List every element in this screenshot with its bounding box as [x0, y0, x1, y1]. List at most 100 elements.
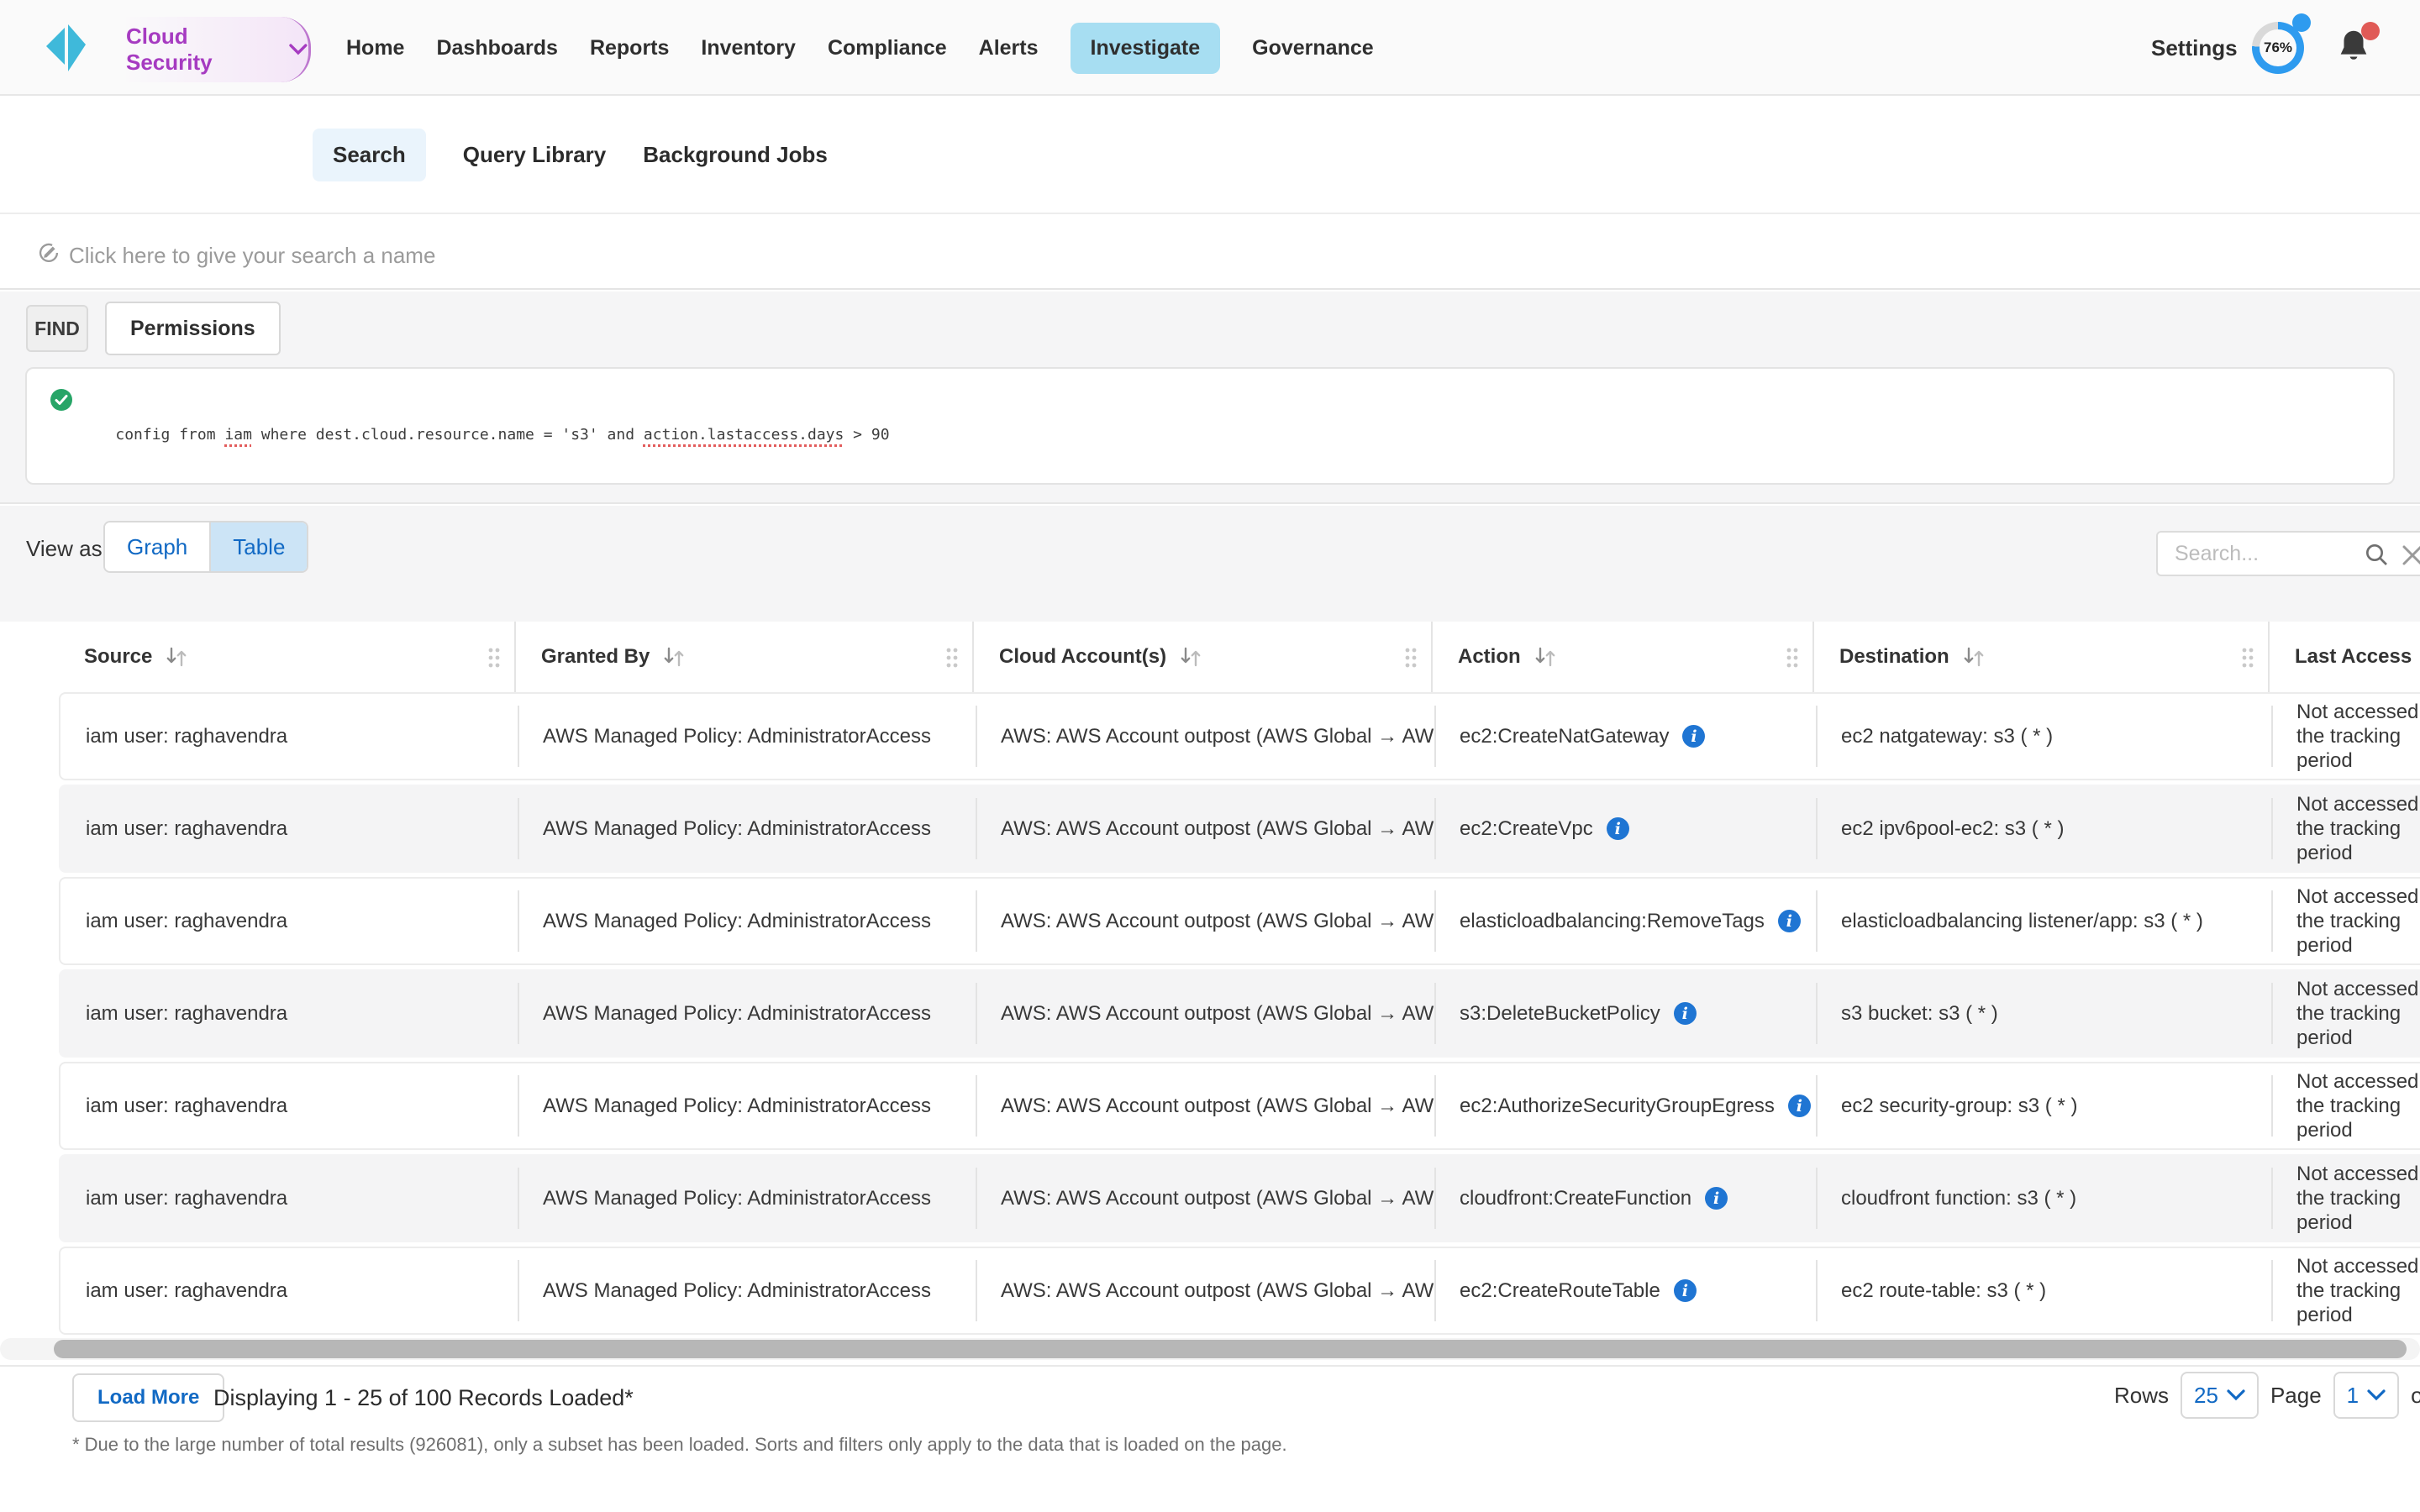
- ring-notification-dot: [2292, 13, 2311, 32]
- source-value: iam user: raghavendra: [86, 1187, 287, 1210]
- product-switcher[interactable]: Cloud Security: [126, 17, 311, 82]
- cell-granted-by: AWS Managed Policy: AdministratorAccess: [518, 1063, 976, 1148]
- cell-action: ec2:AuthorizeSecurityGroupEgress i: [1434, 1063, 1816, 1148]
- nav-item[interactable]: Governance: [1252, 23, 1374, 74]
- last-access-value: Not accessed in the tracking period: [2296, 1254, 2420, 1327]
- table-row[interactable]: iam user: raghavendra AWS Managed Policy…: [59, 1247, 2420, 1335]
- column-drag-handle-icon[interactable]: [1404, 647, 1418, 669]
- column-header[interactable]: Destination: [1814, 622, 2270, 692]
- main-nav: Home Dashboards Reports Inventory Compliance…: [346, 0, 1374, 96]
- table-row[interactable]: iam user: raghavendra AWS Managed Policy…: [59, 785, 2420, 873]
- column-header[interactable]: Cloud Account(s): [974, 622, 1433, 692]
- table-row[interactable]: iam user: raghavendra AWS Managed Policy…: [59, 1154, 2420, 1242]
- action-value: ec2:CreateRouteTable: [1460, 1279, 1660, 1303]
- load-more-button[interactable]: Load More: [72, 1373, 224, 1422]
- tab[interactable]: Background Jobs: [643, 129, 828, 181]
- cloud-accounts-value: AWS: AWS Account outpost (AWS Global → A…: [1001, 817, 1434, 841]
- permissions-mode-button[interactable]: Permissions: [105, 302, 281, 355]
- column-drag-handle-icon[interactable]: [945, 647, 959, 669]
- records-summary: Displaying 1 - 25 of 100 Records Loaded*: [213, 1385, 634, 1411]
- nav-item[interactable]: Investigate: [1071, 23, 1221, 74]
- info-icon[interactable]: i: [1607, 817, 1629, 840]
- action-value: ec2:CreateNatGateway: [1460, 725, 1669, 748]
- info-icon[interactable]: i: [1682, 725, 1705, 748]
- query-text: config from iam where dest.cloud.resourc…: [79, 391, 890, 444]
- table-row[interactable]: iam user: raghavendra AWS Managed Policy…: [59, 877, 2420, 965]
- column-header[interactable]: Last Access: [2270, 622, 2420, 692]
- column-header[interactable]: Source: [59, 622, 516, 692]
- chevron-down-icon: [288, 43, 308, 56]
- pagination: Rows 25 Page 1 of 4: [2114, 1370, 2420, 1420]
- info-icon[interactable]: i: [1674, 1002, 1697, 1025]
- last-access-value: Not accessed in the tracking period: [2296, 700, 2420, 773]
- column-drag-handle-icon[interactable]: [1786, 647, 1799, 669]
- source-value: iam user: raghavendra: [86, 910, 287, 933]
- sort-icon[interactable]: [164, 646, 189, 668]
- find-label: FIND: [26, 305, 88, 352]
- completion-percent: 76%: [2260, 29, 2296, 66]
- query-segment: iam: [224, 426, 252, 444]
- search-icon[interactable]: [2363, 541, 2390, 568]
- last-access-value: Not accessed in the tracking period: [2296, 1069, 2420, 1142]
- nav-item[interactable]: Reports: [590, 23, 669, 74]
- horizontal-scrollbar-thumb[interactable]: [54, 1340, 2407, 1358]
- cell-source: iam user: raghavendra: [60, 786, 518, 871]
- cell-action: ec2:CreateVpc i: [1434, 786, 1816, 871]
- nav-item[interactable]: Home: [346, 23, 404, 74]
- tab[interactable]: Search: [313, 129, 426, 181]
- prisma-cloud-logo-icon: [46, 24, 87, 72]
- info-icon[interactable]: i: [1705, 1187, 1728, 1210]
- view-toggle-option[interactable]: Table: [209, 522, 307, 571]
- cell-last-access: Not accessed in the tracking period: [2271, 1248, 2420, 1333]
- horizontal-scrollbar-track[interactable]: [0, 1338, 2420, 1360]
- column-header[interactable]: Action: [1433, 622, 1814, 692]
- cell-last-access: Not accessed in the tracking period: [2271, 971, 2420, 1056]
- info-icon[interactable]: i: [1788, 1095, 1811, 1117]
- column-drag-handle-icon[interactable]: [487, 647, 501, 669]
- sort-icon[interactable]: [1533, 646, 1558, 668]
- source-value: iam user: raghavendra: [86, 1002, 287, 1026]
- tab[interactable]: Query Library: [463, 129, 607, 181]
- info-icon[interactable]: i: [1778, 910, 1801, 932]
- settings-button[interactable]: Settings: [2151, 35, 2238, 61]
- table-row[interactable]: iam user: raghavendra AWS Managed Policy…: [59, 1062, 2420, 1150]
- nav-item[interactable]: Inventory: [701, 23, 796, 74]
- granted-by-value: AWS Managed Policy: AdministratorAccess: [543, 1279, 931, 1303]
- sort-icon[interactable]: [1178, 646, 1203, 668]
- view-toggle-option[interactable]: Graph: [105, 522, 209, 571]
- search-name-row[interactable]: Click here to give your search a name: [0, 216, 2420, 290]
- sort-icon[interactable]: [661, 646, 687, 668]
- sort-icon[interactable]: [1961, 646, 1986, 668]
- info-icon[interactable]: i: [1674, 1279, 1697, 1302]
- cell-destination: cloudfront function: s3 ( * ): [1816, 1156, 2271, 1241]
- granted-by-value: AWS Managed Policy: AdministratorAccess: [543, 725, 931, 748]
- nav-item[interactable]: Alerts: [979, 23, 1039, 74]
- last-access-value: Not accessed in the tracking period: [2296, 885, 2420, 958]
- clear-search-icon[interactable]: [2400, 543, 2420, 568]
- rows-per-page-select[interactable]: 25: [2181, 1372, 2259, 1419]
- table-row[interactable]: iam user: raghavendra AWS Managed Policy…: [59, 969, 2420, 1058]
- column-drag-handle-icon[interactable]: [2241, 647, 2254, 669]
- cell-last-access: Not accessed in the tracking period: [2271, 694, 2420, 779]
- nav-item[interactable]: Dashboards: [436, 23, 557, 74]
- table-body: iam user: raghavendra AWS Managed Policy…: [59, 692, 2420, 1335]
- cloud-accounts-value: AWS: AWS Account outpost (AWS Global → A…: [1001, 1279, 1434, 1303]
- cell-destination: ec2 security-group: s3 ( * ): [1816, 1063, 2271, 1148]
- query-panel: FIND Permissions config from iam where d…: [0, 291, 2420, 504]
- granted-by-value: AWS Managed Policy: AdministratorAccess: [543, 1095, 931, 1118]
- view-as-label: View as: [26, 536, 103, 562]
- cell-source: iam user: raghavendra: [60, 971, 518, 1056]
- column-header[interactable]: Granted By: [516, 622, 974, 692]
- granted-by-value: AWS Managed Policy: AdministratorAccess: [543, 1187, 931, 1210]
- table-row[interactable]: iam user: raghavendra AWS Managed Policy…: [59, 692, 2420, 780]
- column-header-label: Action: [1458, 645, 1521, 669]
- nav-item[interactable]: Compliance: [828, 23, 947, 74]
- cell-source: iam user: raghavendra: [60, 879, 518, 963]
- cell-last-access: Not accessed in the tracking period: [2271, 1063, 2420, 1148]
- results-table: Source Granted By: [59, 622, 2420, 1339]
- cell-granted-by: AWS Managed Policy: AdministratorAccess: [518, 786, 976, 871]
- page-select[interactable]: 1: [2333, 1372, 2399, 1419]
- cell-action: cloudfront:CreateFunction i: [1434, 1156, 1816, 1241]
- destination-value: s3 bucket: s3 ( * ): [1841, 1002, 1998, 1026]
- query-editor[interactable]: config from iam where dest.cloud.resourc…: [25, 367, 2395, 485]
